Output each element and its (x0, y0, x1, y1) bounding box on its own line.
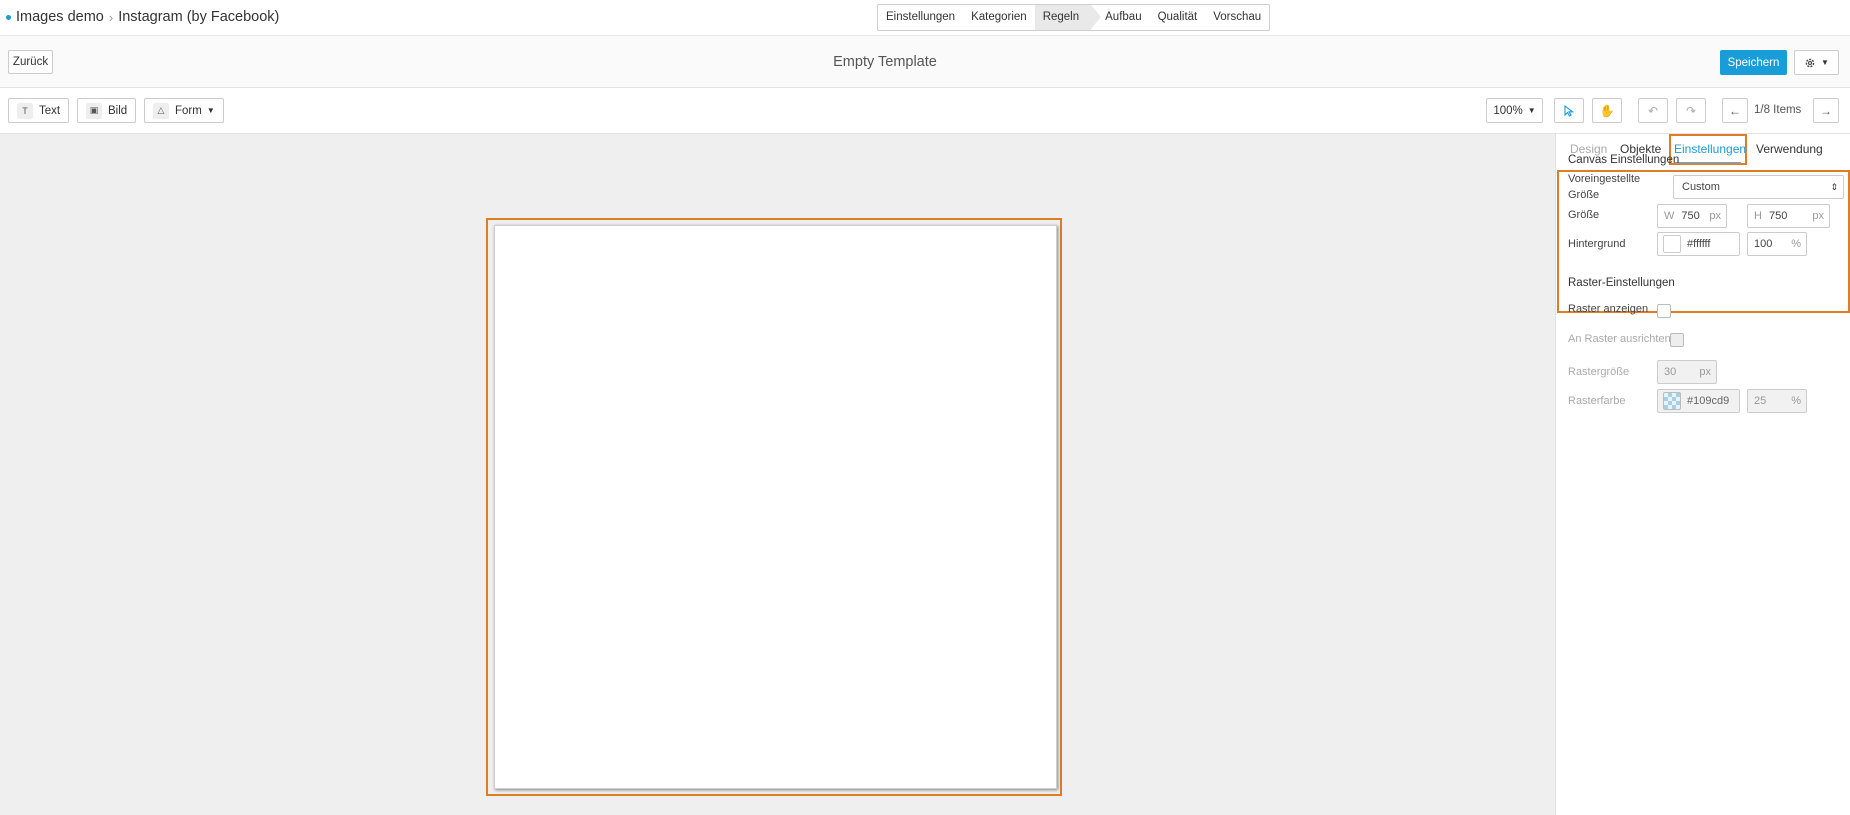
properties-panel: Design Objekte Einstellungen Verwendung … (1555, 134, 1850, 815)
grid-percent-unit: % (1791, 395, 1801, 407)
grid-size-label: Rastergröße (1568, 366, 1630, 378)
cursor-icon (1564, 104, 1574, 117)
save-button[interactable]: Speichern (1720, 50, 1787, 75)
height-input[interactable]: H 750 px (1747, 204, 1830, 228)
step-einstellungen[interactable]: Einstellungen (878, 5, 963, 30)
caret-down-icon: ▼ (206, 106, 215, 115)
grid-color-input[interactable]: #109cd9 (1657, 389, 1740, 413)
step-kategorien[interactable]: Kategorien (963, 5, 1035, 30)
add-image-button[interactable]: ▣ Bild (77, 98, 137, 123)
height-unit: px (1812, 210, 1824, 222)
breadcrumb: Images demo › Instagram (by Facebook) (6, 9, 279, 25)
height-prefix: H (1754, 210, 1762, 222)
arrow-left-icon: ← (1729, 103, 1741, 118)
grid-color-value: #109cd9 (1687, 395, 1730, 407)
preset-size-select[interactable]: Custom ⇕ (1673, 175, 1844, 199)
grid-size-input[interactable]: 30 px (1657, 360, 1717, 384)
preset-size-value: Custom (1682, 181, 1720, 193)
tab-settings[interactable]: Einstellungen (1674, 142, 1746, 156)
canvas-settings-title: Canvas Einstellungen (1568, 154, 1680, 166)
background-opacity-input[interactable]: 100 % (1747, 232, 1807, 256)
pan-tool-button[interactable]: ✋ (1592, 98, 1622, 123)
undo-icon: ↶ (1647, 103, 1659, 118)
design-canvas[interactable] (494, 225, 1057, 789)
pagination-label: 1/8 Items (1754, 104, 1802, 116)
wizard-steps: Einstellungen Kategorien Regeln Aufbau Q… (877, 4, 1271, 31)
grid-opacity-input[interactable]: 25 % (1747, 389, 1807, 413)
arrow-right-icon: → (1820, 103, 1832, 118)
percent-unit: % (1791, 238, 1801, 250)
width-unit: px (1709, 210, 1721, 222)
grid-color-swatch[interactable] (1663, 392, 1681, 410)
page-title: Empty Template (833, 54, 937, 70)
select-arrows-icon: ⇕ (1830, 181, 1838, 192)
width-prefix: W (1664, 210, 1675, 222)
snap-to-grid-checkbox[interactable] (1670, 333, 1684, 347)
step-regeln[interactable]: Regeln (1034, 5, 1102, 30)
gear-icon (1805, 58, 1815, 67)
caret-down-icon: ▼ (1527, 106, 1536, 115)
add-text-button[interactable]: T Text (8, 98, 70, 123)
redo-icon: ↷ (1685, 103, 1697, 118)
shape-icon: △ (153, 102, 169, 119)
grid-color-label: Rasterfarbe (1568, 395, 1626, 407)
add-shape-button[interactable]: △ Form ▼ (144, 98, 224, 123)
zoom-value: 100% (1493, 104, 1523, 117)
size-label: Größe (1568, 209, 1600, 221)
grid-settings-title: Raster-Einstellungen (1568, 277, 1675, 289)
chevron-right-icon: › (108, 9, 114, 25)
show-grid-label: Raster anzeigen (1568, 303, 1649, 315)
preset-size-label-line-1: Voreingestellte (1568, 173, 1641, 185)
editor-toolbar: T Text ▣ Bild △ Form ▼ 100% ▼ ✋ ↶ ↷ ← 1/… (0, 88, 1850, 134)
active-tab-indicator (1675, 162, 1741, 164)
show-grid-checkbox[interactable] (1657, 304, 1671, 318)
add-shape-label: Form (175, 104, 202, 117)
step-vorschau[interactable]: Vorschau (1205, 5, 1269, 30)
width-input[interactable]: W 750 px (1657, 204, 1727, 228)
breadcrumb-project[interactable]: Images demo (16, 9, 104, 25)
caret-down-icon: ▼ (1821, 58, 1829, 67)
hand-icon: ✋ (1599, 103, 1615, 118)
header-bar: Zurück Empty Template Speichern ▼ (0, 36, 1850, 88)
zoom-select[interactable]: 100% ▼ (1486, 98, 1543, 123)
text-icon: T (17, 102, 33, 119)
tab-usage[interactable]: Verwendung (1756, 142, 1823, 156)
width-value: 750 (1681, 210, 1700, 222)
next-item-button[interactable]: → (1813, 98, 1839, 123)
preset-size-label-line-2: Größe (1568, 189, 1600, 201)
background-label: Hintergrund (1568, 238, 1626, 250)
image-icon: ▣ (86, 102, 102, 119)
add-image-label: Bild (108, 104, 128, 117)
breadcrumb-channel[interactable]: Instagram (by Facebook) (118, 9, 279, 25)
top-bar: Images demo › Instagram (by Facebook) Ei… (0, 0, 1850, 36)
color-swatch[interactable] (1663, 235, 1681, 253)
canvas-highlight (486, 218, 1062, 796)
status-dot-icon (6, 14, 11, 20)
settings-dropdown-button[interactable]: ▼ (1794, 50, 1839, 75)
step-qualitaet[interactable]: Qualität (1150, 5, 1206, 30)
redo-button[interactable]: ↷ (1676, 98, 1706, 123)
canvas-workspace[interactable] (0, 134, 1555, 815)
background-opacity-value: 100 (1754, 238, 1773, 250)
previous-item-button[interactable]: ← (1722, 98, 1748, 123)
grid-size-value: 30 (1664, 366, 1677, 378)
grid-opacity-value: 25 (1754, 395, 1767, 407)
height-value: 750 (1768, 210, 1788, 222)
snap-to-grid-label: An Raster ausrichten (1568, 333, 1671, 345)
background-color-input[interactable]: #ffffff (1657, 232, 1740, 256)
select-tool-button[interactable] (1554, 98, 1584, 123)
undo-button[interactable]: ↶ (1638, 98, 1668, 123)
background-color-value: #ffffff (1687, 238, 1711, 250)
grid-size-unit: px (1699, 366, 1711, 378)
add-text-label: Text (39, 104, 61, 117)
